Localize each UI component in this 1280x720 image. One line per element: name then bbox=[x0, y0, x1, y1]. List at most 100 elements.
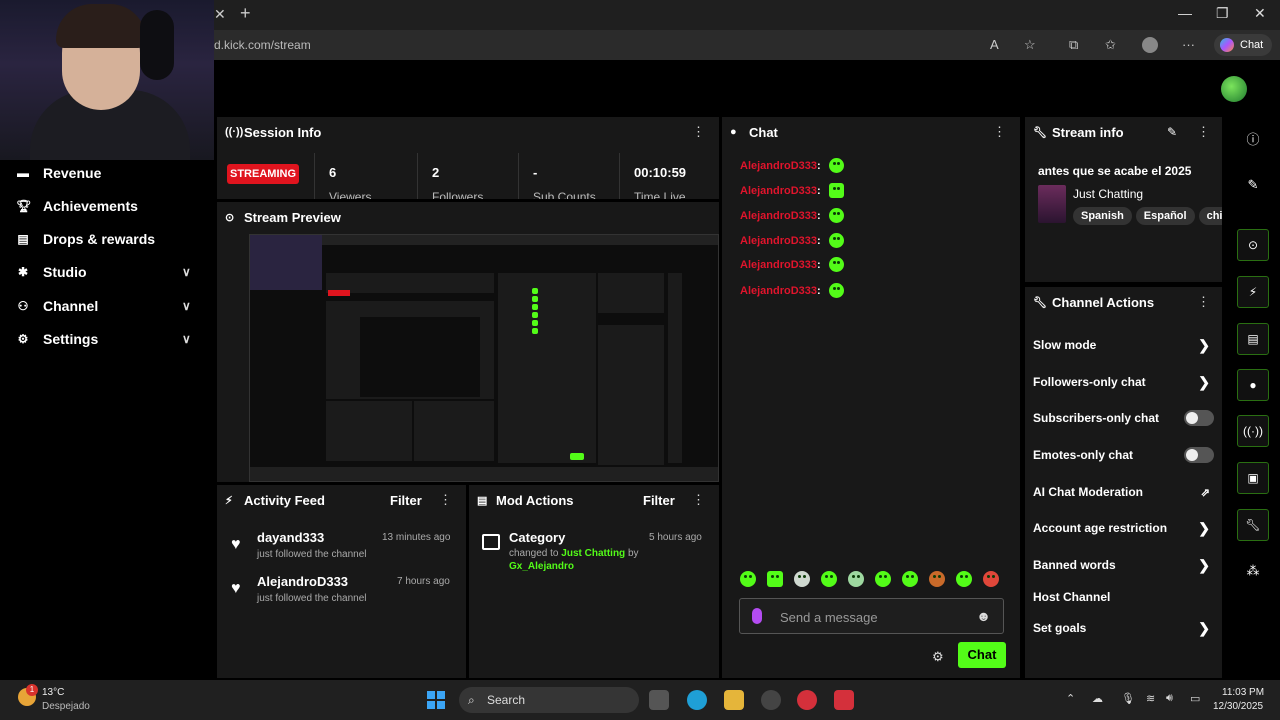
action-host-channel[interactable]: Host Channel bbox=[1033, 587, 1214, 607]
stream-preview-image[interactable] bbox=[249, 234, 719, 482]
copilot-button[interactable]: Chat bbox=[1214, 34, 1272, 56]
tag-chip[interactable]: Español bbox=[1135, 207, 1195, 225]
read-aloud-icon[interactable]: A bbox=[990, 37, 999, 52]
emote-icon[interactable] bbox=[929, 571, 945, 587]
clock-date[interactable]: 12/30/2025 bbox=[1213, 701, 1263, 712]
url-field[interactable]: d.kick.com/stream bbox=[214, 38, 311, 52]
mod-detail-category[interactable]: Just Chatting bbox=[561, 548, 625, 559]
chat-username[interactable]: AlejandroD333 bbox=[740, 259, 817, 271]
chat-username[interactable]: AlejandroD333 bbox=[740, 235, 817, 247]
emote-icon[interactable] bbox=[983, 571, 999, 587]
favorite-star-icon[interactable]: ☆ bbox=[1024, 37, 1036, 53]
edge-browser-icon[interactable] bbox=[687, 690, 707, 710]
obs-icon[interactable] bbox=[761, 690, 781, 710]
chat-username[interactable]: AlejandroD333 bbox=[740, 210, 817, 222]
chat-message: AlejandroD333: bbox=[740, 183, 844, 198]
emote-icon[interactable] bbox=[740, 571, 756, 587]
kebab-menu-icon[interactable]: ⋮ bbox=[692, 124, 705, 140]
action-label: Slow mode bbox=[1033, 338, 1097, 352]
subscribers-only-toggle[interactable] bbox=[1184, 410, 1214, 426]
close-tab-icon[interactable]: ✕ bbox=[214, 6, 226, 23]
task-view-icon[interactable] bbox=[649, 690, 669, 710]
emotes-only-toggle[interactable] bbox=[1184, 447, 1214, 463]
action-followers-only[interactable]: Followers-only chat ❯ bbox=[1033, 372, 1214, 392]
wifi-icon[interactable]: ≋ bbox=[1146, 692, 1155, 705]
feed-username[interactable]: dayand333 bbox=[257, 530, 324, 545]
new-tab-icon[interactable]: + bbox=[240, 3, 251, 24]
more-widgets-icon[interactable]: ⁂ bbox=[1237, 555, 1269, 587]
windows-start-icon[interactable] bbox=[427, 691, 445, 709]
sidebar-item-channel[interactable]: ⚇ Channel ∨ bbox=[16, 295, 191, 317]
lightning-icon[interactable]: ⚡︎ bbox=[1237, 276, 1269, 308]
session-info-panel: ((·)) Session Info ⋮ STREAMING 6 Viewers… bbox=[217, 117, 719, 199]
battery-icon[interactable]: ▭ bbox=[1190, 692, 1200, 705]
kebab-menu-icon[interactable]: ⋮ bbox=[692, 492, 705, 508]
taskbar-search[interactable]: ⌕ Search bbox=[459, 687, 639, 713]
sidebar-item-studio[interactable]: ✱ Studio ∨ bbox=[16, 261, 191, 283]
chat-username[interactable]: AlejandroD333 bbox=[740, 285, 817, 297]
stream-category[interactable]: Just Chatting bbox=[1073, 187, 1143, 201]
sidebar-item-revenue[interactable]: ▬ Revenue bbox=[16, 162, 101, 184]
emote-icon[interactable] bbox=[767, 571, 783, 587]
restore-icon[interactable]: ❐ bbox=[1216, 5, 1229, 22]
microphone-icon[interactable]: 🎙︎ bbox=[1121, 692, 1135, 705]
volume-icon[interactable]: 🔊︎ bbox=[1166, 692, 1173, 705]
action-slow-mode[interactable]: Slow mode ❯ bbox=[1033, 335, 1214, 355]
broadcast-icon[interactable]: ((·)) bbox=[1237, 415, 1269, 447]
info-icon[interactable]: ⓘ bbox=[1237, 122, 1269, 154]
emote-icon[interactable] bbox=[821, 571, 837, 587]
action-set-goals[interactable]: Set goals ❯ bbox=[1033, 618, 1214, 638]
extensions-icon[interactable]: ⧉ bbox=[1069, 37, 1078, 53]
edit-pencil-icon[interactable]: ✎ bbox=[1167, 125, 1177, 139]
chat-message-input[interactable] bbox=[780, 607, 970, 627]
sidebar-item-achievements[interactable]: 🏆︎ Achievements bbox=[16, 195, 138, 217]
app-icon[interactable] bbox=[834, 690, 854, 710]
chat-settings-icon[interactable]: ⚙ bbox=[932, 649, 944, 665]
filter-button[interactable]: Filter bbox=[643, 493, 675, 508]
emote-icon[interactable] bbox=[902, 571, 918, 587]
close-window-icon[interactable]: ✕ bbox=[1254, 5, 1266, 22]
trophy-icon: 🏆︎ bbox=[16, 199, 32, 213]
mod-detail-user[interactable]: Gx_Alejandro bbox=[509, 561, 574, 572]
document-icon[interactable]: ▤ bbox=[1237, 323, 1269, 355]
sidebar-item-settings[interactable]: ⚙ Settings ∨ bbox=[16, 328, 191, 350]
chat-bubble-icon[interactable]: ● bbox=[1237, 369, 1269, 401]
onedrive-icon[interactable]: ☁ bbox=[1092, 692, 1103, 705]
chevron-up-icon[interactable]: ⌃ bbox=[1066, 692, 1075, 705]
more-menu-icon[interactable]: ··· bbox=[1182, 37, 1195, 52]
sidebar-item-drops[interactable]: ▤ Drops & rewards bbox=[16, 228, 155, 250]
chat-username[interactable]: AlejandroD333 bbox=[740, 185, 817, 197]
favorites-icon[interactable]: ✩ bbox=[1105, 37, 1116, 53]
action-banned-words[interactable]: Banned words ❯ bbox=[1033, 555, 1214, 575]
emote-icon[interactable] bbox=[794, 571, 810, 587]
filter-button[interactable]: Filter bbox=[390, 493, 422, 508]
minimize-icon[interactable]: — bbox=[1178, 5, 1192, 21]
profile-icon[interactable] bbox=[1142, 37, 1158, 53]
action-emotes-only: Emotes-only chat bbox=[1033, 445, 1214, 465]
kebab-menu-icon[interactable]: ⋮ bbox=[439, 492, 452, 508]
tag-chip[interactable]: chi bbox=[1198, 207, 1222, 225]
tag-chip[interactable]: Spanish bbox=[1073, 207, 1132, 225]
kebab-menu-icon[interactable]: ⋮ bbox=[1197, 124, 1210, 140]
wrench-icon[interactable]: 🔧︎ bbox=[1237, 509, 1269, 541]
chat-username[interactable]: AlejandroD333 bbox=[740, 160, 817, 172]
video-icon[interactable]: ▣ bbox=[1237, 462, 1269, 494]
microphone-icon[interactable] bbox=[752, 608, 762, 624]
preview-toggle-icon[interactable]: ⊙ bbox=[1237, 229, 1269, 261]
emote-icon[interactable] bbox=[956, 571, 972, 587]
app-icon[interactable] bbox=[797, 690, 817, 710]
clock-time[interactable]: 11:03 PM bbox=[1222, 687, 1264, 698]
action-ai-moderation[interactable]: AI Chat Moderation ⇗ bbox=[1033, 482, 1214, 502]
emote-icon[interactable] bbox=[848, 571, 864, 587]
edit-pencil-icon[interactable]: ✎ bbox=[1237, 169, 1269, 201]
stat-label: Time Live bbox=[634, 190, 686, 199]
feed-username[interactable]: AlejandroD333 bbox=[257, 574, 348, 589]
file-explorer-icon[interactable] bbox=[724, 690, 744, 710]
emoji-picker-icon[interactable]: ☻ bbox=[976, 608, 991, 624]
kebab-menu-icon[interactable]: ⋮ bbox=[993, 124, 1006, 140]
send-chat-button[interactable]: Chat bbox=[958, 642, 1006, 668]
action-account-age[interactable]: Account age restriction ❯ bbox=[1033, 518, 1214, 538]
kebab-menu-icon[interactable]: ⋮ bbox=[1197, 294, 1210, 310]
user-avatar[interactable] bbox=[1221, 76, 1247, 102]
emote-icon[interactable] bbox=[875, 571, 891, 587]
